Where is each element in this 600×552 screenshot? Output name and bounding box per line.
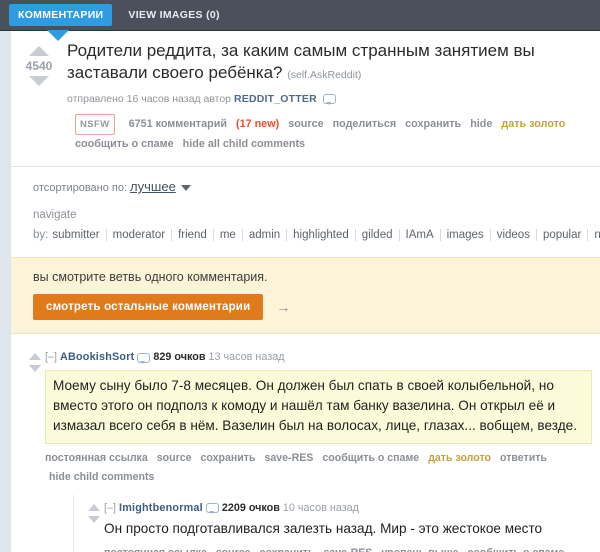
post-score: 4540: [25, 59, 53, 73]
sort-and-navigate: отсортировано по: лучшее navigate by: subm…: [11, 167, 600, 258]
post-action-links-row2: сообщить о спаме hide all child comments: [75, 135, 592, 155]
sort-row: отсортировано по: лучшее: [33, 179, 600, 194]
navigate-me[interactable]: me: [212, 229, 242, 242]
post-domain: (self.AskReddit): [287, 69, 362, 82]
comment-vote-box: [25, 350, 45, 552]
navigate-moderator[interactable]: moderator: [105, 229, 172, 242]
post-tagline: отправлено 16 часов назад автор REDDIT_O…: [67, 92, 592, 108]
navigate-videos[interactable]: videos: [489, 229, 536, 242]
post-action-give-gold[interactable]: дать золото: [501, 118, 565, 130]
comment-action-links: постоянная ссылка source сохранить save-RES…: [104, 544, 588, 552]
comment-tagline: [–] Imightbenormal 2209 очков 10 часов наза…: [104, 501, 588, 516]
post-action-share[interactable]: поделиться: [333, 118, 397, 130]
link-post: 4540 Родители реддита, за каким самым ст…: [11, 31, 600, 155]
top-tab-bar: КОММЕНТАРИИ VIEW IMAGES (0): [0, 0, 600, 41]
post-action-links: NSFW 6751 комментарий (17 new) source подел…: [67, 113, 592, 156]
comment-upvote-arrow-icon[interactable]: [29, 353, 41, 361]
comment-item: [–] ABookishSort 829 очков 13 часов назад М…: [11, 344, 600, 552]
comment-tagline: [–] ABookishSort 829 очков 13 часов назад: [45, 350, 594, 365]
navigate-friend[interactable]: friend: [171, 229, 213, 242]
comment-tree: [–] ABookishSort 829 очков 13 часов назад М…: [11, 334, 600, 552]
navigate-admin[interactable]: admin: [241, 229, 287, 242]
post-main: Родители реддита, за каким самым странны…: [67, 40, 600, 155]
comment-action-save-res[interactable]: save-RES: [323, 547, 372, 552]
sort-label: отсортировано по:: [33, 182, 128, 195]
post-action-report-spam[interactable]: сообщить о спаме: [75, 138, 174, 150]
post-vote-box: 4540: [11, 40, 67, 155]
tab-active-pointer-icon: [47, 30, 69, 41]
comment-main: [–] ABookishSort 829 очков 13 часов назад М…: [45, 350, 600, 552]
comment-main: [–] Imightbenormal 2209 очков 10 часов наза…: [104, 501, 594, 552]
chevron-down-icon[interactable]: [180, 185, 191, 192]
view-rest-of-comments-button[interactable]: смотреть остальные комментарии: [33, 294, 264, 321]
comment-timestamp: 10 часов назад: [282, 501, 359, 514]
comment-vote-box: [84, 501, 104, 552]
comment-body: Моему сыну было 7-8 месяцев. Он должен б…: [45, 369, 592, 444]
comment-action-hide-child-comments[interactable]: hide child comments: [49, 471, 154, 483]
single-thread-notice: вы смотрите ветвь одного комментария. см…: [11, 257, 600, 335]
upvote-arrow-icon[interactable]: [29, 46, 49, 56]
comment-downvote-arrow-icon[interactable]: [88, 515, 100, 523]
content-column: 4540 Родители реддита, за каким самым ст…: [11, 31, 600, 552]
comment-author[interactable]: ABookishSort: [60, 351, 134, 363]
comment-collapse-toggle[interactable]: [–]: [104, 502, 116, 514]
comment-action-save[interactable]: сохранить: [201, 452, 256, 464]
post-comments-link[interactable]: 6751 комментарий: [129, 118, 227, 130]
tab-comments[interactable]: КОММЕНТАРИИ: [9, 3, 113, 27]
post-action-hide-child-comments[interactable]: hide all child comments: [183, 138, 305, 150]
comment-body: Он просто подготавливался залезть назад.…: [104, 520, 543, 536]
speech-bubble-icon: [137, 352, 151, 364]
comment-upvote-arrow-icon[interactable]: [88, 503, 100, 511]
navigate-iama[interactable]: IAmA: [398, 229, 440, 242]
comment-action-permalink[interactable]: постоянная ссылка: [104, 547, 207, 552]
comment-action-links: постоянная ссылка source сохранить save-RES…: [45, 449, 594, 487]
post-title[interactable]: Родители реддита, за каким самым странны…: [67, 40, 592, 85]
navigate-submitter[interactable]: submitter: [48, 229, 105, 241]
comment-author[interactable]: Imightbenormal: [119, 502, 203, 514]
comment-collapse-toggle[interactable]: [–]: [45, 351, 57, 363]
comment-action-report-spam[interactable]: сообщить о спаме: [467, 547, 564, 552]
comment-score: 2209 очков: [221, 501, 280, 514]
navigate-new[interactable]: new: [587, 229, 600, 242]
downvote-arrow-icon[interactable]: [29, 76, 49, 86]
post-action-source[interactable]: source: [288, 118, 323, 130]
comment-downvote-arrow-icon[interactable]: [29, 365, 41, 373]
post-new-comments-count: (17 new): [235, 117, 280, 130]
speech-bubble-icon: [322, 94, 336, 106]
comment-action-source[interactable]: source: [157, 452, 192, 464]
comment-timestamp: 13 часов назад: [208, 351, 285, 364]
notice-text: вы смотрите ветвь одного комментария.: [33, 270, 268, 285]
post-submitted-text: отправлено 16 часов назад автор: [67, 92, 232, 105]
post-action-hide[interactable]: hide: [470, 118, 492, 130]
comment-action-reply[interactable]: ответить: [500, 452, 547, 464]
navigate-gilded[interactable]: gilded: [354, 229, 399, 242]
notice-button-row: смотреть остальные комментарии →: [33, 294, 600, 321]
nsfw-badge: NSFW: [75, 113, 115, 136]
navigate-images[interactable]: images: [439, 229, 490, 242]
comment-action-save[interactable]: сохранить: [260, 547, 315, 552]
speech-bubble-icon: [205, 502, 219, 514]
comment-score: 829 очков: [153, 351, 206, 364]
page-body: 4540 Родители реддита, за каким самым ст…: [0, 31, 600, 552]
arrow-right-icon: →: [276, 299, 291, 316]
tab-view-images[interactable]: VIEW IMAGES (0): [128, 10, 219, 21]
comment-action-links-row2: hide child comments: [45, 468, 594, 487]
comment-action-save-res[interactable]: save-RES: [264, 452, 313, 464]
post-author[interactable]: REDDIT_OTTER: [234, 93, 317, 105]
post-action-save[interactable]: сохранить: [405, 118, 461, 130]
comment-action-parent[interactable]: уровень выше: [381, 547, 458, 552]
sort-value-dropdown[interactable]: лучшее: [130, 179, 176, 194]
navigate-row: navigate by: submitter moderator friend me ad…: [33, 205, 600, 245]
navigate-popular[interactable]: popular: [535, 229, 588, 242]
comment-action-give-gold[interactable]: дать золото: [428, 452, 491, 464]
comment-action-source[interactable]: source: [216, 547, 251, 552]
comment-action-report-spam[interactable]: сообщить о спаме: [322, 452, 419, 464]
comment-action-permalink[interactable]: постоянная ссылка: [45, 452, 148, 464]
comment-item: [–] Imightbenormal 2209 очков 10 часов наза…: [73, 494, 594, 552]
navigate-highlighted[interactable]: highlighted: [286, 229, 355, 242]
left-gutter: [0, 31, 11, 552]
